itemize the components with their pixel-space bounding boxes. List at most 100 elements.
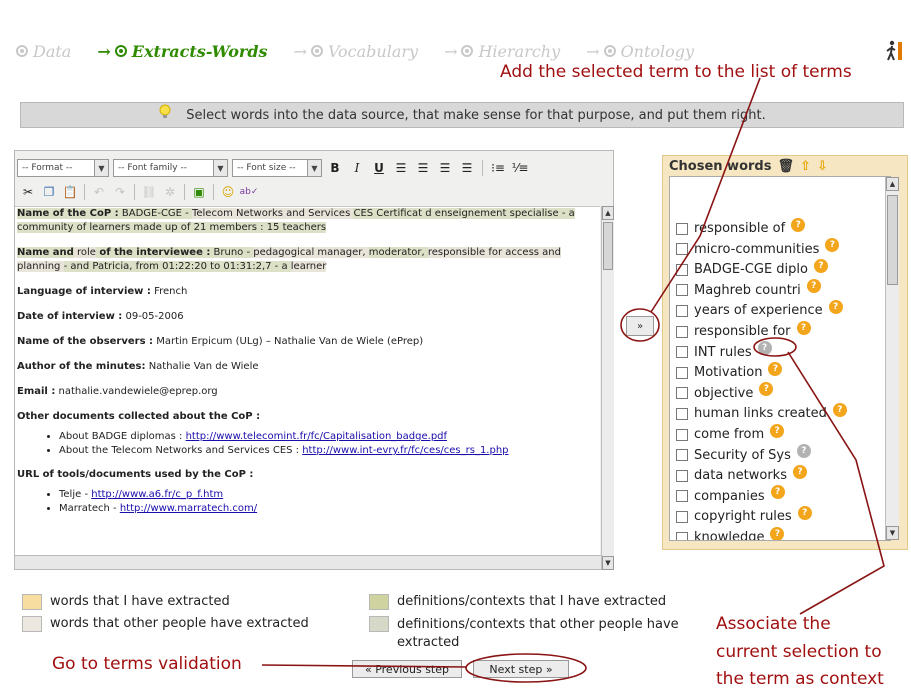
word-checkbox[interactable] [676,222,688,235]
doc-paragraph-documents: Other documents collected about the CoP … [17,410,598,424]
scroll-up-icon[interactable]: ▲ [886,177,899,191]
chosen-word-item[interactable]: INT rules? [676,341,772,360]
chosen-word-item[interactable]: BADGE-CGE diplo? [676,258,828,277]
step-vocabulary[interactable]: → Vocabulary [294,42,419,61]
paste-icon[interactable]: 📋 [61,183,79,201]
word-checkbox[interactable] [676,449,688,462]
question-mark-icon[interactable]: ? [768,361,783,376]
word-checkbox[interactable] [676,490,688,503]
chosen-word-item[interactable]: responsible for? [676,320,811,339]
walking-person-icon[interactable] [884,40,904,62]
format-select[interactable]: -- Format -- ▼ [17,159,109,177]
document-content[interactable]: Name of the CoP : BADGE-CGE - Telecom Ne… [15,206,600,556]
word-checkbox[interactable] [676,346,688,359]
arrow-up-icon[interactable]: ⇧ [800,159,811,174]
chosen-word-item[interactable]: objective? [676,382,774,401]
question-mark-icon[interactable]: ? [792,464,807,479]
doc-label: Other documents collected about the CoP … [17,411,261,422]
chosen-word-item[interactable]: responsible of? [676,217,806,236]
scroll-down-icon[interactable]: ▼ [886,526,899,540]
question-mark-icon[interactable]: ? [791,217,806,232]
question-mark-icon[interactable]: ? [796,444,811,459]
next-step-button[interactable]: Next step » [473,660,569,678]
align-center-icon[interactable]: ☰ [414,159,432,177]
cut-icon[interactable]: ✂ [19,183,37,201]
scroll-down-icon[interactable]: ▼ [602,556,614,570]
step-ontology[interactable]: → Ontology [586,42,694,61]
word-checkbox[interactable] [676,531,688,540]
doc-link[interactable]: http://www.telecomint.fr/fc/Capitalisati… [186,431,447,442]
word-checkbox[interactable] [676,366,688,379]
italic-button[interactable]: I [348,159,366,177]
trash-icon[interactable]: 🗑 [777,159,794,174]
question-mark-icon[interactable]: ? [770,526,785,540]
scrollbar-thumb[interactable] [603,222,613,270]
question-mark-icon[interactable]: ? [757,341,772,356]
step-extracts-words[interactable]: → Extracts-Words [97,42,267,61]
question-mark-icon[interactable]: ? [770,485,785,500]
copy-icon[interactable]: ❐ [40,183,58,201]
align-justify-icon[interactable]: ☰ [458,159,476,177]
question-mark-icon[interactable]: ? [806,279,821,294]
underline-button[interactable]: U [370,159,388,177]
font-family-select[interactable]: -- Font family -- ▼ [113,159,228,177]
word-checkbox[interactable] [676,387,688,400]
chosen-word-item[interactable]: human links created? [676,402,847,421]
list-item: Telje - http://www.a6.fr/c_p_f.htm [59,488,598,502]
chosen-word-item[interactable]: years of experience? [676,299,843,318]
word-checkbox[interactable] [676,284,688,297]
question-mark-icon[interactable]: ? [770,423,785,438]
word-checkbox[interactable] [676,243,688,256]
bullet-list-icon[interactable]: ⁝≡ [489,159,507,177]
word-checkbox[interactable] [676,469,688,482]
chosen-words-list[interactable]: responsible of? micro-communities? BADGE-C… [669,176,891,541]
chosen-word-item[interactable]: Security of Sys? [676,444,811,463]
editor-horizontal-scrollbar[interactable] [15,555,601,569]
image-icon[interactable]: ▣ [190,183,208,201]
word-checkbox[interactable] [676,325,688,338]
spellcheck-icon[interactable]: ab✓ [240,183,259,201]
step-data[interactable]: Data [16,42,71,61]
chosen-word-item[interactable]: companies? [676,485,785,504]
numbered-list-icon[interactable]: ⅟≡ [511,159,529,177]
scrollbar-thumb[interactable] [887,195,898,285]
word-checkbox[interactable] [676,510,688,523]
question-mark-icon[interactable]: ? [813,258,828,273]
question-mark-icon[interactable]: ? [797,505,812,520]
align-right-icon[interactable]: ☰ [436,159,454,177]
doc-link[interactable]: http://www.int-evry.fr/fc/ces/ces_rs_1.p… [302,445,508,456]
question-mark-icon[interactable]: ? [796,320,811,335]
chosen-word-item[interactable]: Maghreb countri? [676,279,821,298]
doc-link[interactable]: http://www.marratech.com/ [120,503,257,514]
words-vertical-scrollbar[interactable]: ▲ ▼ [885,177,899,540]
font-size-select[interactable]: -- Font size -- ▼ [232,159,322,177]
chosen-word-item[interactable]: copyright rules? [676,505,812,524]
chosen-word-item[interactable]: knowledge? [676,526,785,540]
step-hierarchy[interactable]: → Hierarchy [444,42,560,61]
redo-icon[interactable]: ↷ [111,183,129,201]
previous-step-button[interactable]: « Previous step [352,660,462,678]
link-icon[interactable]: ⛓ [140,183,158,201]
question-mark-icon[interactable]: ? [825,238,840,253]
chosen-word-item[interactable]: data networks? [676,464,807,483]
align-left-icon[interactable]: ☰ [392,159,410,177]
chosen-word-item[interactable]: come from? [676,423,785,442]
question-mark-icon[interactable]: ? [828,299,843,314]
chosen-word-item[interactable]: micro-communities? [676,238,840,257]
add-to-chosen-button[interactable]: » [626,316,654,336]
chosen-word-item[interactable]: Motivation? [676,361,783,380]
editor-vertical-scrollbar[interactable]: ▲ ▼ [601,206,614,570]
word-checkbox[interactable] [676,263,688,276]
unlink-icon[interactable]: ✲ [161,183,179,201]
question-mark-icon[interactable]: ? [759,382,774,397]
undo-icon[interactable]: ↶ [90,183,108,201]
question-mark-icon[interactable]: ? [832,402,847,417]
word-checkbox[interactable] [676,407,688,420]
bold-button[interactable]: B [326,159,344,177]
scroll-up-icon[interactable]: ▲ [602,206,614,220]
word-checkbox[interactable] [676,304,688,317]
doc-link[interactable]: http://www.a6.fr/c_p_f.htm [91,489,223,500]
arrow-down-icon[interactable]: ⇩ [817,159,828,174]
emoticon-icon[interactable]: ☺ [219,183,237,201]
word-checkbox[interactable] [676,428,688,441]
